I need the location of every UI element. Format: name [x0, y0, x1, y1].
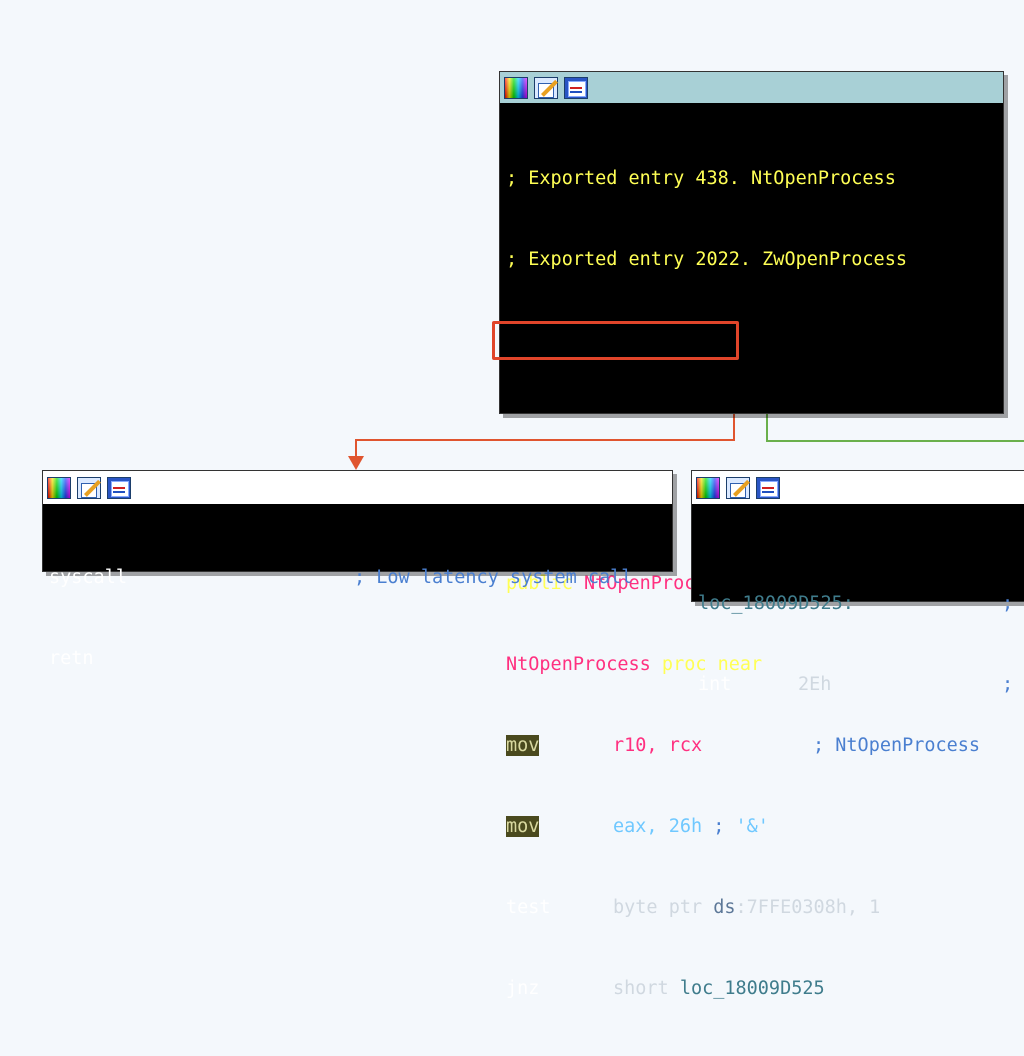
instruction-test[interactable]: test byte ptr ds:7FFE0308h, 1: [506, 894, 997, 921]
comment-low-latency: ; Low latency system call: [354, 567, 633, 588]
instruction-int[interactable]: int 2Eh;: [698, 671, 1024, 698]
operand-2eh: 2Eh: [798, 674, 832, 695]
operands-eax-26h: eax, 26h ; '&': [613, 813, 769, 840]
mnemonic-test: test: [506, 897, 551, 918]
operand-short: short: [613, 978, 680, 999]
instruction-syscall[interactable]: syscall ; Low latency system call: [49, 564, 666, 591]
segment-ds: ds: [713, 897, 736, 918]
export-comment-2: ; Exported entry 2022. ZwOpenProcess: [506, 249, 907, 270]
graph-view-icon[interactable]: [756, 476, 780, 499]
comment-semicolon: ;: [1002, 593, 1014, 614]
loc-label-line[interactable]: loc_18009D525:;: [698, 590, 1024, 617]
node-toolbar: [692, 471, 1024, 504]
jump-target-label[interactable]: loc_18009D525: [680, 978, 825, 999]
mnemonic-jnz: jnz: [506, 978, 540, 999]
loc-code-node[interactable]: loc_18009D525:; int 2Eh;: [691, 470, 1024, 695]
main-code-node[interactable]: ; Exported entry 438. NtOpenProcess ; Ex…: [499, 71, 1004, 999]
graph-view-icon[interactable]: [107, 476, 131, 499]
operand-text: eax, 26h: [613, 816, 703, 837]
highlight-box: [492, 321, 739, 360]
node-toolbar: [43, 471, 672, 504]
syscall-code-node[interactable]: syscall ; Low latency system call retn: [42, 470, 673, 669]
loc-label[interactable]: loc_18009D525:: [698, 593, 854, 614]
mnemonic-mov: mov: [506, 735, 540, 756]
char-literal: '&': [735, 816, 769, 837]
node-toolbar: [500, 72, 1003, 103]
code-listing: syscall ; Low latency system call retn: [43, 504, 672, 726]
operand-byte-ptr: byte ptr: [613, 897, 714, 918]
color-palette-icon[interactable]: [696, 476, 720, 499]
comment-semicolon: ;: [713, 816, 725, 837]
operands-test: byte ptr ds:7FFE0308h, 1: [613, 894, 880, 921]
operands-jnz: short loc_18009D525: [613, 975, 825, 1002]
code-listing: loc_18009D525:; int 2Eh;: [692, 504, 1024, 752]
instruction-jnz[interactable]: jnz short loc_18009D525: [506, 975, 997, 1002]
mnemonic-mov: mov: [506, 816, 540, 837]
color-palette-icon[interactable]: [504, 76, 528, 99]
export-comment-1: ; Exported entry 438. NtOpenProcess: [506, 168, 896, 189]
mnemonic-syscall: syscall: [49, 567, 127, 588]
instruction-mov-eax[interactable]: mov eax, 26h ; '&': [506, 813, 997, 840]
operands-r10-rcx: r10, rcx: [613, 735, 703, 756]
color-palette-icon[interactable]: [47, 476, 71, 499]
comment-semicolon: ;: [1002, 674, 1014, 695]
rename-pencil-icon[interactable]: [534, 76, 558, 99]
mnemonic-int: int: [698, 674, 732, 695]
graph-view-icon[interactable]: [564, 76, 588, 99]
rename-pencil-icon[interactable]: [77, 476, 101, 499]
instruction-retn[interactable]: retn: [49, 645, 666, 672]
edge-arrowhead: [348, 456, 364, 470]
operand-address: :7FFE0308h, 1: [735, 897, 881, 918]
rename-pencil-icon[interactable]: [726, 476, 750, 499]
